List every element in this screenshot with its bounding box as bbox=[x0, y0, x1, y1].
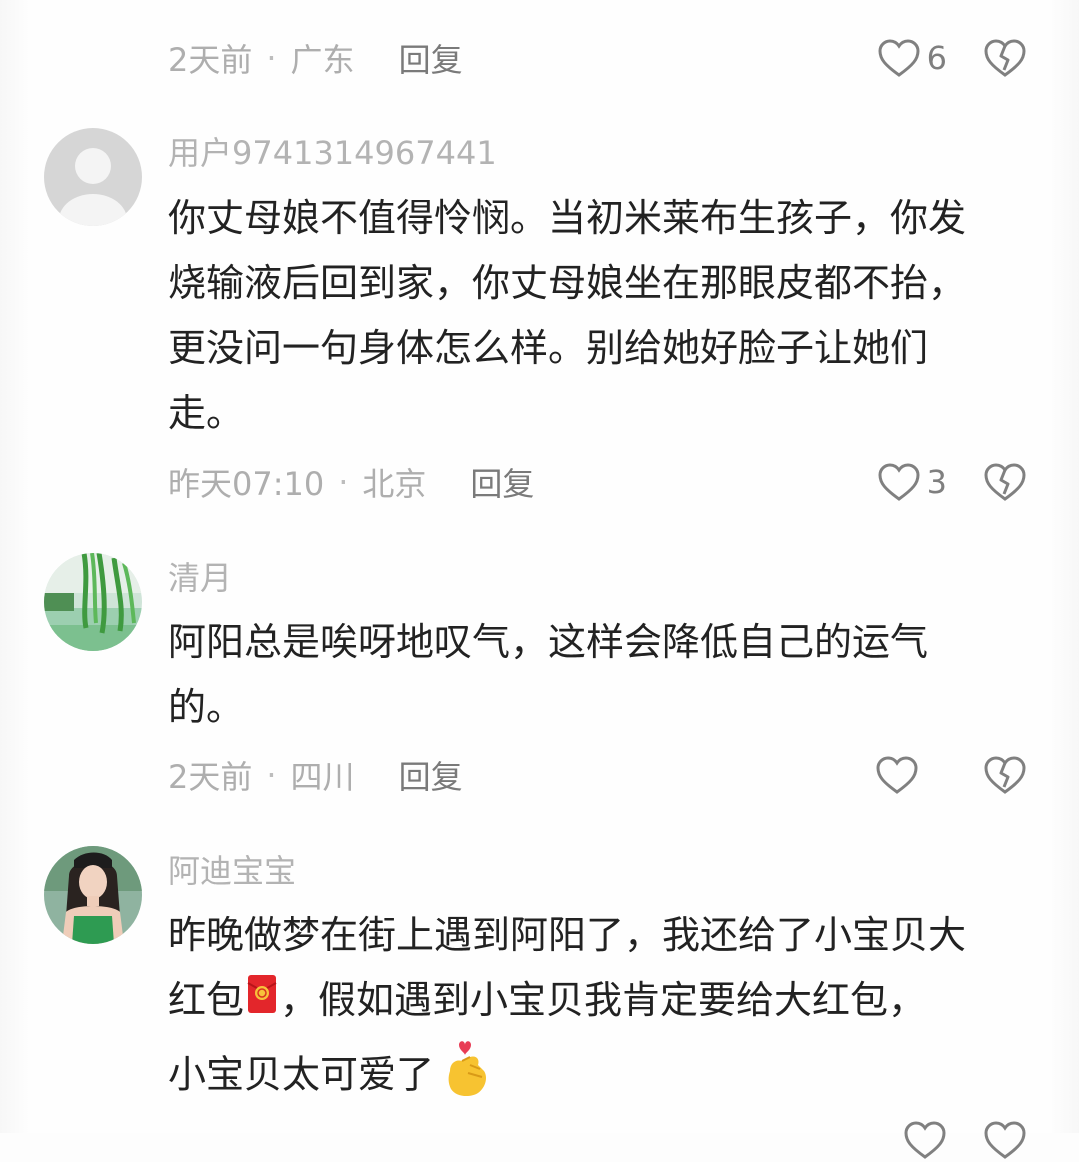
comment-text: 昨晚做梦在街上遇到阿阳了，我还给了小宝贝大 红包 ，假如遇到小宝贝我肯定要给大红包… bbox=[168, 903, 1038, 1119]
broken-heart-icon bbox=[984, 463, 1026, 501]
dislike-button[interactable] bbox=[983, 753, 1027, 797]
default-user-icon bbox=[59, 148, 127, 226]
like-count: 3 bbox=[926, 463, 947, 501]
like-count: 6 bbox=[926, 39, 947, 77]
username[interactable]: 用户9741314967441 bbox=[168, 131, 497, 175]
comment-time: 2天前 bbox=[168, 41, 253, 79]
avatar[interactable] bbox=[44, 128, 142, 226]
heart-icon bbox=[878, 39, 920, 77]
comment-time: 2天前 bbox=[168, 758, 253, 796]
username[interactable]: 阿迪宝宝 bbox=[168, 849, 296, 893]
dislike-button[interactable] bbox=[983, 1118, 1027, 1162]
woman-green-top-image bbox=[44, 846, 142, 944]
avatar[interactable] bbox=[44, 553, 142, 651]
comment-text: 你丈母娘不值得怜悯。当初米莱布生孩子，你发 烧输液后回到家，你丈母娘坐在那眼皮都… bbox=[168, 196, 967, 435]
red-envelope-icon bbox=[244, 970, 280, 1035]
finger-heart-icon bbox=[440, 1035, 490, 1119]
like-button[interactable]: 3 bbox=[877, 460, 947, 504]
willow-lake-image bbox=[44, 553, 142, 651]
heart-icon bbox=[876, 756, 918, 794]
like-button[interactable]: 6 bbox=[877, 36, 947, 80]
comment-text: 阿阳总是唉呀地叹气，这样会降低自己的运气 的。 bbox=[168, 620, 929, 729]
comment-meta: 昨天07:10 · 北京 回复 bbox=[168, 459, 534, 505]
like-button[interactable] bbox=[875, 753, 919, 797]
like-button[interactable] bbox=[903, 1118, 947, 1162]
broken-heart-icon bbox=[984, 756, 1026, 794]
comment-location: 四川 bbox=[290, 758, 355, 796]
comment-time: 昨天07:10 bbox=[168, 465, 325, 503]
username[interactable]: 清月 bbox=[168, 556, 232, 600]
comment-meta: 2天前 · 广东 回复 bbox=[168, 35, 463, 81]
reply-button[interactable]: 回复 bbox=[470, 459, 534, 505]
comment-location: 广东 bbox=[290, 41, 355, 79]
reply-button[interactable]: 回复 bbox=[399, 752, 463, 798]
heart-icon bbox=[878, 463, 920, 501]
heart-icon bbox=[904, 1121, 946, 1159]
comment-list: 2天前 · 广东 回复 6 用户9741314967441 你丈母娘不值得怜悯。… bbox=[0, 0, 1079, 1159]
avatar[interactable] bbox=[44, 846, 142, 944]
dislike-button[interactable] bbox=[983, 460, 1027, 504]
comment-meta: 2天前 · 四川 回复 bbox=[168, 752, 463, 798]
reply-button[interactable]: 回复 bbox=[399, 35, 463, 81]
dislike-button[interactable] bbox=[983, 36, 1027, 80]
broken-heart-icon bbox=[984, 1121, 1026, 1159]
broken-heart-icon bbox=[984, 39, 1026, 77]
comment-location: 北京 bbox=[362, 465, 427, 503]
